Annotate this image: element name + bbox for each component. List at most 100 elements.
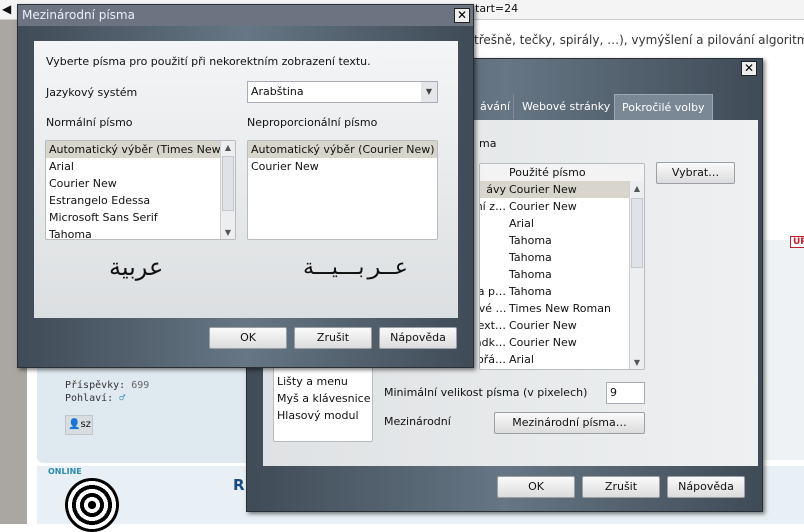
mono-font-preview: عـربـيـة [302, 255, 408, 280]
table-row[interactable]: Tahoma [480, 249, 644, 266]
row-font: Arial [509, 217, 534, 230]
row-font: Courier New [509, 319, 577, 332]
font-list-item[interactable]: Microsoft Sans Serif [46, 209, 235, 226]
table-row[interactable]: a p… Tahoma [480, 283, 644, 300]
scrollbar[interactable]: ▲ ▼ [220, 141, 235, 239]
help-button[interactable]: Nápověda [667, 476, 745, 498]
user-icon: 👤 [68, 419, 81, 430]
scroll-down-icon[interactable]: ▼ [630, 358, 644, 367]
tab-webove-stranky[interactable]: Webové stránky [515, 94, 617, 119]
table-row[interactable]: ávy Courier New [480, 181, 644, 198]
close-icon[interactable]: ✕ [454, 8, 470, 23]
post-title[interactable]: R [233, 476, 245, 494]
min-size-input[interactable]: 9 [606, 382, 645, 404]
gender-label: Pohlaví: ♂ [65, 393, 125, 404]
lang-select[interactable]: Arabština ▼ [247, 81, 438, 103]
tab-zobrazovani[interactable]: ávání [477, 94, 515, 119]
chevron-down-icon[interactable]: ▼ [421, 82, 437, 102]
lang-label: Jazykový systém [46, 86, 138, 99]
font-table: Použité písmo ávyCourier Newní z…Courier… [479, 163, 645, 370]
table-row[interactable]: ořá…Arial [480, 351, 644, 368]
column-header[interactable]: Použité písmo [509, 166, 586, 179]
url-text[interactable]: tart=24 [475, 2, 518, 15]
scroll-thumb[interactable] [631, 198, 643, 268]
posts-count: 699 [131, 380, 150, 391]
font-list-item[interactable]: Arial [46, 158, 235, 175]
cancel-button[interactable]: Zrušit [294, 327, 372, 349]
row-font: Tahoma [509, 234, 552, 247]
select-font-button[interactable]: Vybrat… [656, 162, 735, 184]
row-element: ádk… [480, 336, 506, 349]
intl-label: Mezinárodní [384, 415, 451, 428]
row-element: ové … [480, 302, 506, 315]
category-item[interactable]: Myš a klávesnice [274, 390, 372, 407]
row-font: Tahoma [509, 251, 552, 264]
row-font: Courier New [509, 200, 577, 213]
normal-font-preview: عربية [109, 253, 164, 281]
tab-bar: ávání Webové stránky Pokročilé volby [477, 94, 757, 120]
table-header: Použité písmo [480, 164, 644, 181]
normal-font-label: Normální písmo [46, 116, 133, 129]
row-element: ořá… [480, 353, 506, 366]
pm-button-label: sz [80, 419, 91, 430]
font-list-item[interactable]: Tahoma [46, 226, 235, 239]
lang-select-value: Arabština [251, 85, 304, 98]
scroll-up-icon[interactable]: ▲ [221, 143, 235, 152]
tab-pokrocile-volby[interactable]: Pokročilé volby [614, 94, 713, 120]
dialog-title: Mezinárodní písma [18, 5, 473, 26]
scroll-down-icon[interactable]: ▼ [221, 228, 235, 237]
font-list-item[interactable]: Courier New [46, 175, 235, 192]
intl-fonts-button[interactable]: Mezinárodní písma… [494, 412, 645, 434]
section-label: ma [479, 137, 497, 150]
cancel-button[interactable]: Zrušit [582, 476, 660, 498]
ok-button[interactable]: OK [497, 476, 575, 498]
row-element: a p… [480, 285, 506, 298]
male-icon: ♂ [119, 393, 126, 404]
row-font: Times New Roman [509, 302, 611, 315]
font-list-item[interactable]: Automatický výběr (Times New R… [46, 141, 235, 158]
font-list-item[interactable]: Courier New [248, 158, 437, 175]
table-row[interactable]: ní z…Courier New [480, 198, 644, 215]
table-row[interactable]: ádk…Courier New [480, 334, 644, 351]
table-row[interactable]: Arial [480, 215, 644, 232]
mono-font-list: Automatický výběr (Courier New) Courier N… [247, 140, 438, 240]
font-list-item[interactable]: Estrangelo Edessa [46, 192, 235, 209]
mono-font-label: Neproporcionální písmo [247, 116, 378, 129]
posts-label: Příspěvky: 699 [65, 380, 149, 391]
pm-button[interactable]: 👤sz [65, 415, 93, 435]
scrollbar[interactable]: ▲ ▼ [629, 181, 644, 369]
category-list: Lišty a menu Myš a klávesnice Hlasový mo… [273, 361, 373, 442]
gender-label-text: Pohlaví: [65, 393, 114, 404]
table-row[interactable]: Tahoma [480, 266, 644, 283]
font-list-item[interactable]: Automatický výběr (Courier New) [248, 141, 437, 158]
row-font: Courier New [509, 183, 577, 196]
forum-divider [762, 240, 804, 460]
posts-label-text: Příspěvky: [65, 380, 126, 391]
category-item[interactable]: Lišty a menu [274, 373, 372, 390]
ok-button[interactable]: OK [209, 327, 287, 349]
update-badge: UP [790, 236, 804, 248]
table-row[interactable]: ové …Times New Roman [480, 300, 644, 317]
intl-fonts-dialog: Mezinárodní písma ✕ Vyberte písma pro po… [17, 4, 474, 368]
row-element: ávy [486, 183, 506, 196]
back-icon[interactable]: ◀ [2, 2, 11, 16]
row-font: Tahoma [509, 268, 552, 281]
forum-profile-panel [37, 360, 252, 463]
table-row[interactable]: ext… Courier New [480, 317, 644, 334]
category-item[interactable]: Hlasový modul [274, 407, 372, 424]
row-element: ní z… [480, 200, 506, 213]
online-status: ONLINE [48, 467, 82, 476]
intro-text: Vyberte písma pro použití při nekorektní… [46, 55, 371, 68]
close-icon[interactable]: ✕ [741, 61, 757, 76]
scroll-up-icon[interactable]: ▲ [630, 184, 644, 193]
scroll-thumb[interactable] [222, 156, 234, 211]
normal-font-list: Automatický výběr (Times New R… Arial Cour… [45, 140, 236, 240]
help-button[interactable]: Nápověda [379, 327, 457, 349]
row-font: Arial [509, 353, 534, 366]
table-row[interactable]: Tahoma [480, 232, 644, 249]
page-text: třešně, tečky, spirály, …), vymýšlení a … [474, 33, 804, 47]
row-font: Courier New [509, 336, 577, 349]
min-size-label: Minimální velikost písma (v pixelech) [384, 386, 588, 399]
row-font: Tahoma [509, 285, 552, 298]
fonts-panel: Vyberte písma pro použití při nekorektní… [34, 41, 458, 318]
